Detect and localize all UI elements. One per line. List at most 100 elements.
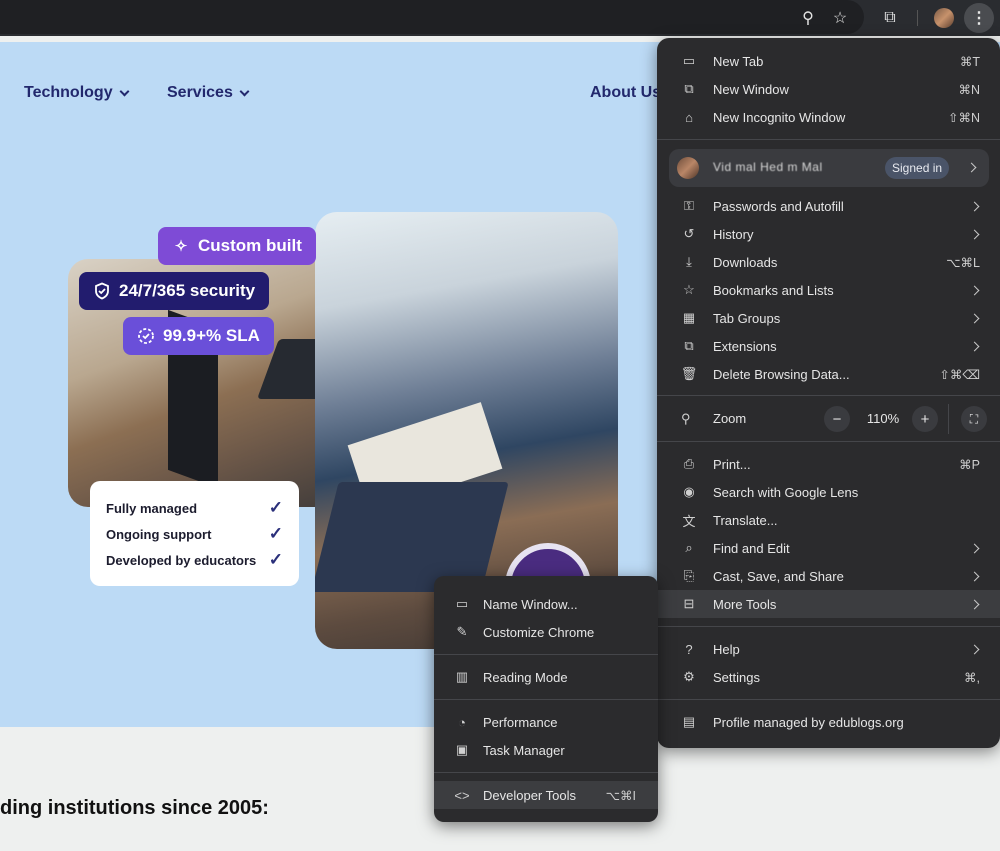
feature-label: Ongoing support bbox=[106, 526, 212, 542]
bookmark-star-icon[interactable]: ☆ bbox=[828, 6, 852, 30]
menu-item-translate[interactable]: 文 Translate... bbox=[657, 506, 1000, 534]
task-manager-icon: ▣ bbox=[455, 742, 469, 757]
menu-item-managed[interactable]: ▤ Profile managed by edublogs.org bbox=[657, 708, 1000, 736]
menu-item-delete-data[interactable]: 🗑 Delete Browsing Data... ⇧⌘⌫ bbox=[657, 360, 1000, 388]
menu-label: New Incognito Window bbox=[713, 109, 846, 125]
menu-item-new-incognito[interactable]: ⌂ New Incognito Window ⇧⌘N bbox=[657, 103, 1000, 131]
menu-label: Developer Tools bbox=[483, 787, 576, 803]
new-window-icon: ⧉ bbox=[684, 81, 694, 96]
menu-item-new-tab[interactable]: ▭ New Tab ⌘T bbox=[657, 47, 1000, 75]
puzzle-icon: ⧉ bbox=[684, 338, 694, 353]
toolbox-icon: ⊟ bbox=[683, 596, 695, 611]
chevron-right-icon bbox=[969, 313, 980, 323]
chevron-right-icon bbox=[969, 285, 980, 295]
menu-label: Print... bbox=[713, 456, 751, 472]
menu-item-tab-groups[interactable]: ▦ Tab Groups bbox=[657, 304, 1000, 332]
circle-check-icon bbox=[137, 327, 155, 345]
more-tools-submenu: ▭ Name Window... ✎ Customize Chrome ▥ Re… bbox=[434, 576, 658, 822]
submenu-item-name-window[interactable]: ▭ Name Window... bbox=[434, 590, 658, 618]
chevron-right-icon bbox=[969, 571, 980, 581]
menu-item-passwords[interactable]: ⚿ Passwords and Autofill bbox=[657, 192, 1000, 220]
menu-item-cast-save[interactable]: ⎘ Cast, Save, and Share bbox=[657, 562, 1000, 590]
zoom-divider bbox=[948, 404, 949, 434]
menu-item-bookmarks[interactable]: ☆ Bookmarks and Lists bbox=[657, 276, 1000, 304]
menu-item-new-window[interactable]: ⧉ New Window ⌘N bbox=[657, 75, 1000, 103]
zoom-icon: ⚲ bbox=[681, 411, 691, 426]
extensions-icon[interactable]: ⧉ bbox=[878, 6, 902, 30]
avatar bbox=[677, 157, 699, 179]
menu-divider bbox=[657, 395, 1000, 396]
new-tab-icon: ▭ bbox=[682, 53, 696, 68]
menu-shortcut: ⌘, bbox=[964, 670, 980, 685]
toolbar-divider bbox=[917, 10, 918, 26]
badge-sla: 99.9+% SLA bbox=[123, 317, 274, 355]
profile-name: Vid mal Hed m Mal bbox=[713, 160, 823, 174]
key-icon: ⚿ bbox=[684, 198, 694, 213]
menu-label: Profile managed by edublogs.org bbox=[713, 714, 904, 730]
cast-icon: ⎘ bbox=[683, 568, 695, 583]
menu-label: Performance bbox=[483, 714, 558, 730]
menu-shortcut: ⌥⌘L bbox=[946, 255, 980, 270]
help-icon: ? bbox=[685, 641, 693, 657]
code-icon: <> bbox=[454, 787, 470, 803]
menu-item-google-lens[interactable]: ◉ Search with Google Lens bbox=[657, 478, 1000, 506]
submenu-item-task-manager[interactable]: ▣ Task Manager bbox=[434, 736, 658, 764]
find-icon: ⌕ bbox=[685, 540, 693, 555]
zoom-indicator-icon[interactable]: ⚲ bbox=[796, 6, 820, 30]
menu-shortcut: ⌥⌘I bbox=[605, 788, 636, 803]
badge-custom-built: ✧ Custom built bbox=[158, 227, 316, 265]
menu-label: Tab Groups bbox=[713, 310, 781, 326]
menu-label: Zoom bbox=[713, 411, 747, 426]
nav-about[interactable]: About Us bbox=[590, 84, 661, 102]
submenu-item-devtools[interactable]: <> Developer Tools ⌥⌘I bbox=[434, 781, 658, 809]
zoom-out-button[interactable]: − bbox=[824, 406, 850, 432]
printer-icon: ⎙ bbox=[683, 456, 695, 471]
incognito-icon: ⌂ bbox=[685, 109, 693, 125]
nav-technology-label: Technology bbox=[24, 84, 113, 101]
menu-label: Help bbox=[713, 641, 740, 657]
menu-item-downloads[interactable]: ⤓ Downloads ⌥⌘L bbox=[657, 248, 1000, 276]
profile-avatar[interactable] bbox=[934, 8, 954, 28]
menu-item-extensions[interactable]: ⧉ Extensions bbox=[657, 332, 1000, 360]
zoom-row: ⚲ Zoom − 110% + ⛶ bbox=[657, 404, 1000, 434]
menu-item-settings[interactable]: ⚙ Settings ⌘, bbox=[657, 663, 1000, 691]
fullscreen-icon[interactable]: ⛶ bbox=[961, 406, 987, 432]
lens-icon: ◉ bbox=[683, 484, 695, 499]
menu-item-help[interactable]: ? Help bbox=[657, 635, 1000, 663]
profile-row[interactable]: Vid mal Hed m Mal Signed in bbox=[669, 149, 989, 187]
menu-item-more-tools[interactable]: ⊟ More Tools bbox=[657, 590, 1000, 618]
menu-label: Delete Browsing Data... bbox=[713, 366, 850, 382]
menu-divider bbox=[657, 626, 1000, 627]
menu-divider bbox=[434, 654, 658, 655]
section-headline: ding institutions since 2005: bbox=[0, 797, 269, 819]
chrome-menu: ▭ New Tab ⌘T ⧉ New Window ⌘N ⌂ New Incog… bbox=[657, 38, 1000, 748]
list-item: Ongoing support ✓ bbox=[106, 521, 283, 547]
checkmark-icon: ✓ bbox=[268, 550, 283, 569]
menu-shortcut: ⌘T bbox=[959, 54, 980, 69]
grid-icon: ▦ bbox=[682, 310, 696, 325]
menu-label: More Tools bbox=[713, 596, 777, 612]
nav-technology[interactable]: Technology bbox=[24, 84, 130, 102]
magic-wand-icon: ✧ bbox=[174, 238, 188, 255]
menu-label: History bbox=[713, 226, 754, 242]
menu-item-history[interactable]: ↺ History bbox=[657, 220, 1000, 248]
address-bar[interactable] bbox=[0, 0, 864, 34]
menu-label: Bookmarks and Lists bbox=[713, 282, 834, 298]
menu-item-print[interactable]: ⎙ Print... ⌘P bbox=[657, 450, 1000, 478]
menu-divider bbox=[657, 441, 1000, 442]
submenu-item-customize[interactable]: ✎ Customize Chrome bbox=[434, 618, 658, 646]
shield-check-icon bbox=[93, 282, 111, 300]
zoom-in-button[interactable]: + bbox=[912, 406, 938, 432]
submenu-item-reading-mode[interactable]: ▥ Reading Mode bbox=[434, 663, 658, 691]
menu-label: Cast, Save, and Share bbox=[713, 568, 844, 584]
menu-divider bbox=[434, 699, 658, 700]
nav-services[interactable]: Services bbox=[167, 84, 250, 102]
chrome-menu-button[interactable]: ⋮ bbox=[964, 3, 994, 33]
download-icon: ⤓ bbox=[686, 254, 692, 269]
badge-security: 24/7/365 security bbox=[79, 272, 270, 310]
menu-divider bbox=[657, 699, 1000, 700]
submenu-item-performance[interactable]: ◔ Performance bbox=[434, 708, 658, 736]
menu-item-find-edit[interactable]: ⌕ Find and Edit bbox=[657, 534, 1000, 562]
menu-label: Search with Google Lens bbox=[713, 484, 859, 500]
book-icon: ▥ bbox=[455, 669, 469, 684]
